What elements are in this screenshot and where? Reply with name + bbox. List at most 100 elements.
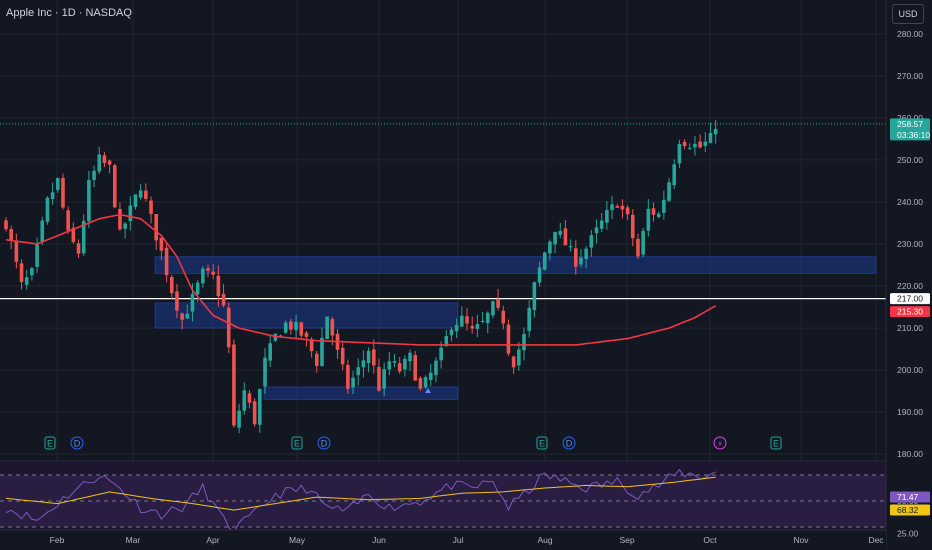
candle-body — [268, 343, 272, 361]
candle-body — [258, 389, 262, 425]
last-price-tag-countdown: 03:36:10 — [897, 130, 930, 140]
candle-body — [154, 214, 159, 241]
candle-body — [320, 337, 324, 366]
candle-body — [646, 208, 651, 231]
candle-body — [45, 197, 50, 222]
chart-title: Apple Inc · 1D · NASDAQ — [6, 7, 132, 19]
rsi-tick-label: 25.00 — [897, 529, 919, 539]
hline-price-tag: 217.00 — [897, 294, 923, 304]
support-resistance-zone — [154, 302, 459, 329]
candle-body — [517, 349, 521, 366]
candle-body — [662, 199, 666, 213]
price-tick-label: 230.00 — [897, 239, 923, 249]
candle-body — [506, 324, 511, 354]
candle-body — [76, 243, 81, 254]
support-resistance-zone — [154, 256, 877, 274]
price-tick-label: 200.00 — [897, 365, 923, 375]
candle-body — [201, 268, 205, 284]
earnings-marker-label: E — [539, 439, 545, 449]
price-chart[interactable]: E D E D E D ⚡ E280.00270.00260.00250.00240.0023… — [0, 0, 932, 550]
candle-body — [708, 133, 713, 143]
candle-body — [641, 230, 645, 255]
candle-body — [180, 313, 184, 320]
candle-body — [501, 310, 506, 324]
candle-body — [351, 377, 355, 388]
candle-body — [294, 321, 298, 331]
candle-body — [625, 207, 630, 215]
price-tick-label: 250.00 — [897, 155, 923, 165]
rsi-ma-value-tag: 68.32 — [897, 505, 919, 515]
candle-body — [511, 356, 516, 368]
candle-body — [418, 378, 423, 389]
currency-button[interactable]: USD — [892, 4, 924, 24]
candle-body — [195, 282, 200, 295]
candle-body — [636, 238, 640, 257]
time-tick-label: Mar — [126, 535, 141, 545]
candle-body — [485, 312, 490, 324]
candle-body — [138, 190, 143, 198]
candle-body — [470, 326, 474, 329]
candle-body — [371, 349, 376, 366]
candle-body — [465, 316, 469, 324]
candle-body — [491, 301, 495, 316]
candle-body — [128, 205, 133, 222]
candle-body — [366, 350, 371, 364]
candle-body — [579, 257, 583, 265]
candle-body — [92, 170, 96, 180]
dividend-marker-label: D — [321, 439, 328, 449]
candle-body — [289, 321, 293, 330]
candle-body — [133, 194, 138, 207]
candle-body — [30, 268, 34, 276]
candle-body — [330, 319, 335, 336]
candle-body — [615, 205, 620, 208]
candle-body — [610, 204, 614, 211]
candle-body — [496, 298, 500, 308]
candle-body — [252, 401, 257, 425]
candle-body — [356, 367, 361, 376]
candle-body — [206, 268, 210, 271]
candle-body — [480, 321, 485, 323]
candle-body — [304, 332, 309, 337]
candle-body — [382, 369, 386, 389]
candle-body — [548, 241, 552, 254]
rsi-value-tag: 71.47 — [897, 492, 919, 502]
candle-body — [687, 147, 692, 149]
time-tick-label: Jun — [372, 535, 386, 545]
candle-body — [102, 155, 107, 164]
time-tick-label: Dec — [868, 535, 884, 545]
candle-body — [377, 367, 381, 391]
earnings-marker-label: E — [294, 439, 300, 449]
candle-body — [19, 263, 24, 283]
price-tick-label: 210.00 — [897, 323, 923, 333]
split-marker-label: ⚡ — [717, 440, 723, 449]
candle-body — [159, 237, 164, 251]
candle-body — [677, 144, 682, 164]
time-tick-label: Oct — [703, 535, 717, 545]
time-tick-label: Sep — [619, 535, 634, 545]
candle-body — [527, 307, 531, 332]
last-price-tag: 258.57 — [897, 119, 923, 129]
candle-body — [97, 154, 102, 172]
candle-body — [185, 313, 190, 319]
candle-body — [346, 364, 350, 389]
candle-body — [164, 247, 169, 276]
candle-body — [413, 355, 418, 381]
candle-body — [558, 230, 563, 235]
candle-body — [428, 372, 433, 381]
candle-body — [14, 240, 19, 262]
candle-body — [667, 182, 671, 201]
candle-body — [35, 244, 39, 267]
candle-body — [237, 410, 241, 428]
price-tick-label: 180.00 — [897, 449, 923, 459]
candle-body — [403, 358, 407, 370]
candle-body — [315, 353, 319, 366]
candle-body — [408, 352, 412, 362]
price-tick-label: 220.00 — [897, 281, 923, 291]
candle-body — [263, 357, 267, 387]
candle-body — [66, 210, 70, 231]
candle-body — [361, 360, 366, 368]
candle-body — [460, 315, 464, 327]
candle-body — [392, 361, 397, 363]
candle-body — [672, 164, 677, 186]
candle-body — [454, 324, 459, 332]
